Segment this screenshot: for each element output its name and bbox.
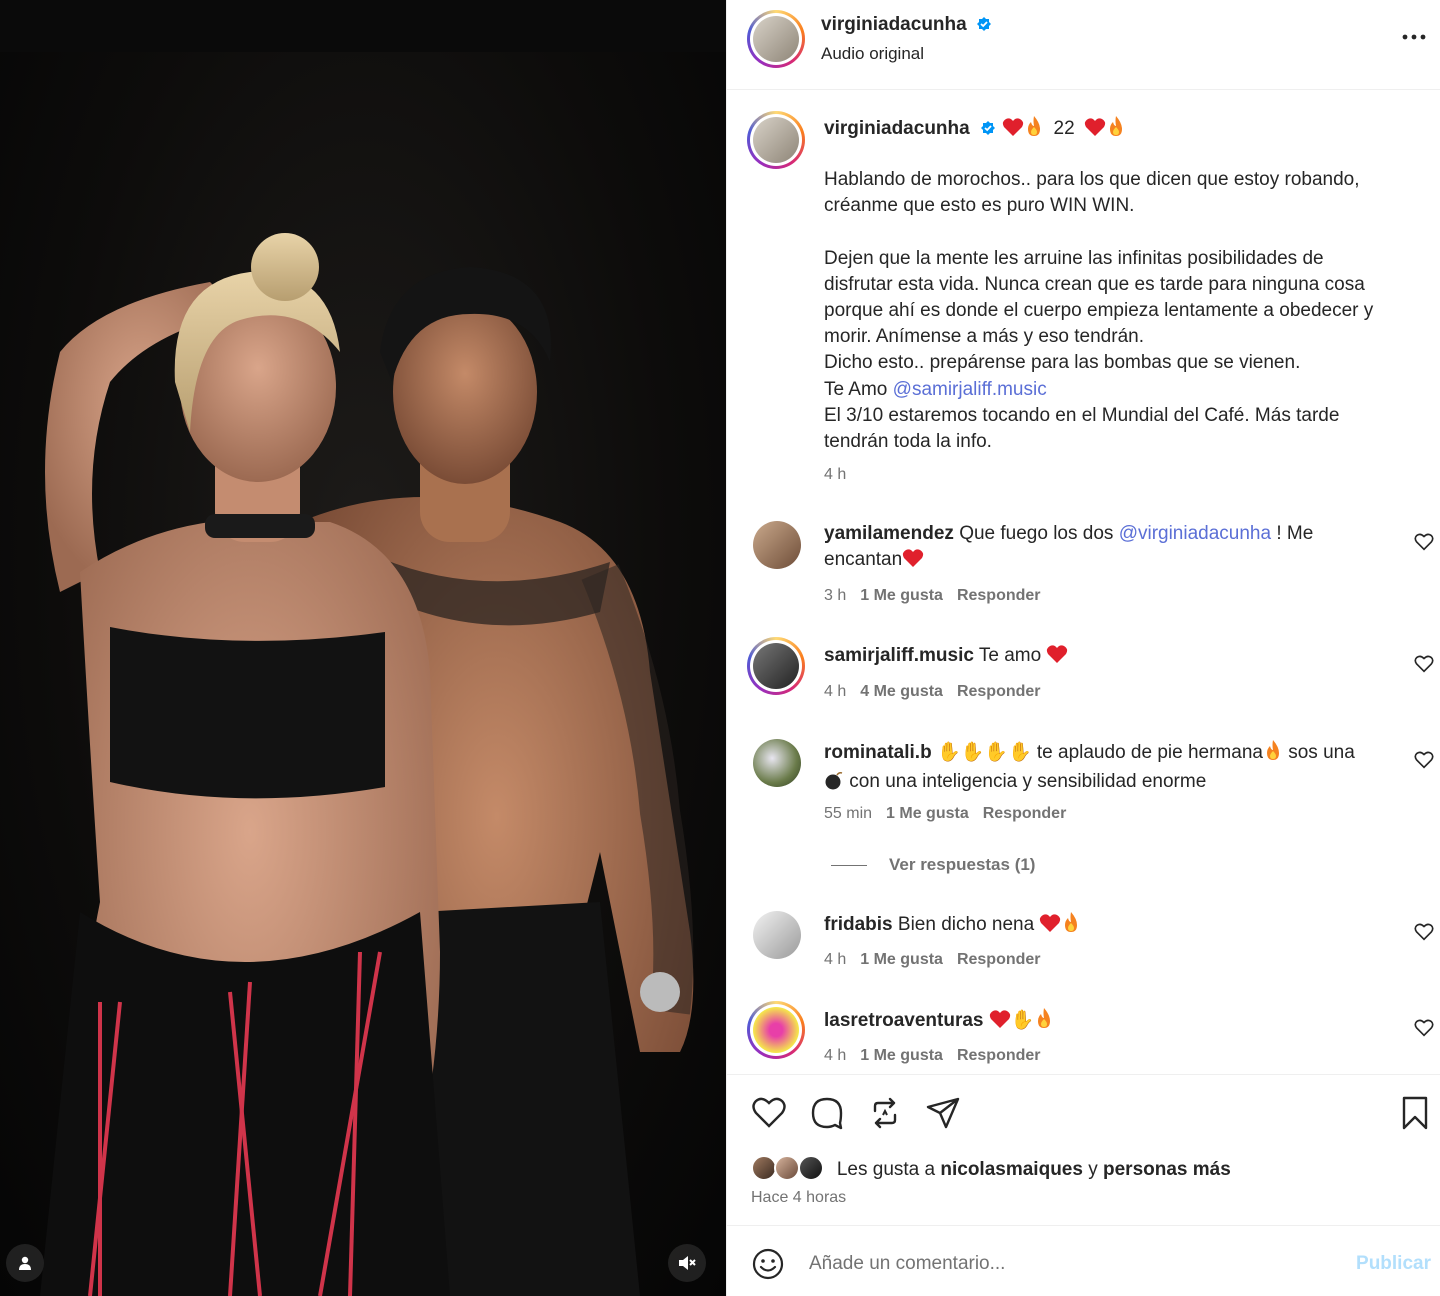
muted-speaker-icon [679,1256,696,1270]
media-top-bar [0,0,726,52]
heart-icon[interactable] [751,1095,787,1131]
comment-username[interactable]: yamilamendez [824,523,954,544]
red-heart-emoji-icon [1002,117,1024,143]
user-tag-icon [19,1256,31,1270]
comment-input[interactable] [809,1249,1329,1279]
comment-username[interactable]: samirjaliff.music [824,645,974,666]
comment-icon[interactable] [809,1095,845,1131]
comment-like-heart-icon[interactable] [1413,749,1435,771]
caption-main: Hablando de morochos.. para los que dice… [824,169,1374,374]
audio-label[interactable]: Audio original [821,44,924,64]
user-tag-button[interactable] [6,1244,44,1282]
comment-avatar[interactable] [753,521,801,569]
caption-body: Hablando de morochos.. para los que dice… [824,167,1424,455]
comments-section[interactable]: virginiadacunha 22 Hablando de morochos.… [727,91,1440,1073]
add-comment-bar: Publicar [727,1227,1440,1296]
comment-mention-link[interactable]: @virginiadacunha [1119,523,1271,544]
reply-button[interactable]: Responder [983,805,1067,822]
red-heart-emoji-icon [902,548,924,576]
comment-text: yamilamendez Que fuego los dos @virginia… [824,521,1404,576]
view-replies-button[interactable]: Ver respuestas (1) [831,855,1035,875]
fire-emoji-icon [1024,115,1044,143]
publish-button[interactable]: Publicar [1356,1253,1431,1275]
post-timestamp[interactable]: Hace 4 horas [751,1189,846,1207]
reply-button[interactable]: Responder [957,587,1041,604]
author-name-row: virginiadacunha [821,14,993,36]
share-icon[interactable] [925,1095,961,1131]
fire-emoji-icon [1034,1007,1054,1037]
comment-text: samirjaliff.music Te amo [824,643,1404,672]
red-heart-emoji-icon [1046,644,1068,672]
comment-likes[interactable]: 1 Me gusta [860,951,943,968]
more-options-icon[interactable] [1399,22,1429,52]
mute-toggle-button[interactable] [668,1244,706,1282]
likes-summary[interactable]: Les gusta a nicolasmaiques y personas má… [751,1155,1231,1181]
liker-avatar [774,1155,801,1181]
caption-count: 22 [1053,118,1075,139]
verified-badge-icon [980,121,995,135]
fire-emoji-icon [1061,911,1081,941]
red-heart-emoji-icon [1084,117,1106,143]
comment-meta: 55 min 1 Me gusta Responder [824,805,1067,822]
caption-username[interactable]: virginiadacunha [824,118,970,139]
post-dialog: virginiadacunha Audio original virginiad… [0,0,1440,1296]
fire-emoji-icon [1263,739,1283,769]
post-side-panel: virginiadacunha Audio original virginiad… [726,0,1440,1296]
comment-like-heart-icon[interactable] [1413,653,1435,675]
caption-time: 4 h [824,466,847,483]
reply-button[interactable]: Responder [957,951,1041,968]
caption-header: virginiadacunha 22 [824,115,1126,143]
comment-like-heart-icon[interactable] [1413,1017,1435,1039]
comment-avatar[interactable] [753,911,801,959]
comment-likes[interactable]: 1 Me gusta [886,805,969,822]
bomb-emoji-icon [824,770,844,798]
comment-like-heart-icon[interactable] [1413,531,1435,553]
comment-meta: 3 h1 Me gusta Responder [824,587,1041,604]
author-avatar[interactable] [747,10,805,68]
verified-badge-icon [977,17,992,31]
comment-username[interactable]: lasretroaventuras [824,1010,983,1031]
comment-text: rominatali.b ✋✋✋✋ te aplaudo de pie herm… [824,739,1404,798]
author-username[interactable]: virginiadacunha [821,14,967,35]
photo-illustration [40,233,694,1296]
comment-likes[interactable]: 4 Me gusta [860,683,943,700]
liker-avatar [797,1155,824,1181]
caption-mention-link[interactable]: @samirjaliff.music [893,379,1047,400]
caption-avatar[interactable] [747,111,805,169]
comment-username[interactable]: rominatali.b [824,742,932,763]
post-media[interactable] [0,0,726,1296]
comment-likes[interactable]: 1 Me gusta [860,587,943,604]
comment-meta: 4 h4 Me gusta Responder [824,683,1041,700]
comment-avatar[interactable] [753,739,801,787]
repost-icon[interactable] [867,1095,903,1131]
other-likers-link[interactable]: personas más [1103,1159,1231,1180]
comment-like-heart-icon[interactable] [1413,921,1435,943]
raised-hands-emoji-icon: ✋ [1010,1010,1035,1031]
comment-username[interactable]: fridabis [824,914,893,935]
comment-text: fridabis Bien dicho nena [824,911,1404,941]
red-heart-emoji-icon [989,1009,1011,1037]
post-photo[interactable] [0,52,726,1296]
bookmark-icon[interactable] [1397,1095,1433,1131]
caption-end: El 3/10 estaremos tocando en el Mundial … [824,404,1340,453]
liker-avatar [751,1155,777,1181]
red-heart-emoji-icon [1039,913,1061,941]
comment-meta: 4 h1 Me gusta Responder [824,951,1041,968]
emoji-icon[interactable] [751,1247,785,1281]
comment-likes[interactable]: 1 Me gusta [860,1047,943,1064]
reply-button[interactable]: Responder [957,683,1041,700]
comment-text: lasretroaventuras ✋ [824,1007,1404,1037]
comment-avatar[interactable] [747,637,805,695]
reply-button[interactable]: Responder [957,1047,1041,1064]
post-actions: Les gusta a nicolasmaiques y personas má… [727,1074,1440,1226]
fire-emoji-icon [1106,115,1126,143]
comment-meta: 4 h1 Me gusta Responder [824,1047,1041,1064]
post-header: virginiadacunha Audio original [727,0,1440,90]
comment-avatar[interactable] [747,1001,805,1059]
clapping-hands-emoji-icon: ✋✋✋✋ [936,742,1032,763]
caption-love: Te Amo [824,378,893,400]
liker-username[interactable]: nicolasmaiques [940,1159,1083,1180]
